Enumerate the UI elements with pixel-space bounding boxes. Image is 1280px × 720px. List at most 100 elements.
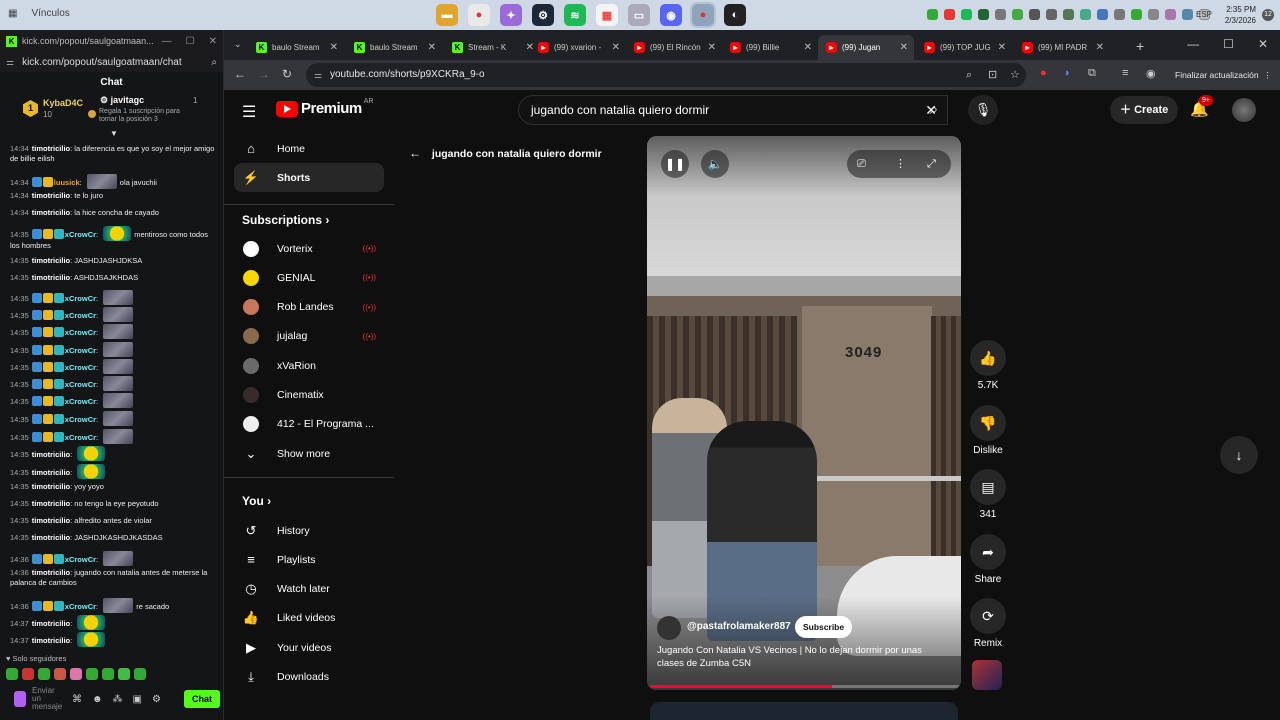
chat-username[interactable]: timotricilio [32,256,70,265]
chrome-active-icon[interactable]: ● [690,2,716,28]
sidebar-item[interactable]: ⌂ Home [234,134,384,163]
youtube-premium-logo[interactable]: Premium AR [276,98,373,117]
share-button[interactable]: ➦ Share [968,534,1008,585]
github-icon[interactable]: ◐ [724,4,746,26]
search-input[interactable]: jugando con natalia quiero dormir ✕ [518,95,948,125]
chat-input[interactable]: Enviar un mensaje [32,687,62,711]
tray-app5-icon[interactable] [1131,9,1142,20]
chat-username[interactable]: timotricilio [32,468,70,477]
send-chat-button[interactable]: Chat [184,690,220,708]
discord-icon[interactable]: ◉ [660,4,682,26]
chat-username[interactable]: timotricilio [32,533,70,542]
chat-username[interactable]: timotricilio [32,499,70,508]
emote-icon[interactable] [86,668,98,680]
store-icon[interactable]: ▣ [133,694,142,705]
tray-pen-icon[interactable] [1165,9,1176,20]
emote-icon[interactable] [70,668,82,680]
tray-app-icon[interactable] [944,9,955,20]
chat-username[interactable]: xCrowCr [65,363,96,372]
browser-tab[interactable]: ▸ (99) Billie ✕ [722,35,818,60]
tray-nvidia-icon[interactable] [978,9,989,20]
zoom-icon[interactable]: ⌕ [211,57,217,68]
more-options-icon[interactable]: ⋮ [895,150,906,178]
close-tab-icon[interactable]: ✕ [708,42,716,53]
notification-count-badge[interactable]: 12 [1262,9,1274,21]
emote-icon[interactable] [118,668,130,680]
sidebar-item[interactable]: ↺ History [234,516,384,545]
sidebar-item[interactable]: ⚡ Shorts [234,163,384,192]
file-explorer-icon[interactable]: ▬ [436,4,458,26]
close-icon[interactable]: ✕ [1258,37,1268,51]
sidebar-item[interactable]: GENIAL ((•)) [234,263,384,292]
sidebar-item[interactable]: ▶ Your videos [234,633,384,662]
tray-app4-icon[interactable] [1080,9,1091,20]
extension-icon[interactable]: ● [1040,67,1047,79]
close-tab-icon[interactable]: ✕ [428,42,436,53]
chat-username[interactable]: xCrowCr [65,415,96,424]
browser-tab[interactable]: Kbaulo Stream ✕ [346,35,442,60]
tray-app3-icon[interactable] [1063,9,1074,20]
chat-username[interactable]: xCrowCr [65,380,96,389]
emote-icon[interactable] [6,668,18,680]
collapse-arrow-icon[interactable]: ▼ [110,129,118,138]
tray-app2-icon[interactable] [1012,9,1023,20]
sound-thumbnail[interactable] [972,660,1002,690]
browser-tab[interactable]: ▸ (99) MI PADR ✕ [1014,35,1110,60]
store-icon[interactable]: ▦ [596,4,618,26]
tray-network-icon[interactable] [1182,9,1193,20]
chat-username[interactable]: xCrowCr [65,328,96,337]
browser-tab[interactable]: ▸ (99) Jugan ✕ [818,35,914,60]
chat-username[interactable]: timotricilio [32,191,70,200]
show-more-button[interactable]: ⌄ Show more [234,439,384,468]
browser-tab[interactable]: ▸ (99) xvarion - ✕ [530,35,626,60]
chat-username[interactable]: timotricilio [32,208,70,217]
like-button[interactable]: 👍 5.7K [968,340,1008,391]
settings-icon[interactable]: ⚙ [152,694,161,705]
progress-bar[interactable] [647,685,961,688]
close-tab-icon[interactable]: ✕ [900,42,908,53]
language-indicator[interactable]: ESP [1196,10,1212,19]
chat-username[interactable]: timotricilio [32,273,70,282]
sidebar-item[interactable]: Vorterix ((•)) [234,234,384,263]
volume-button[interactable]: 🔈 [701,150,729,178]
browser-tab[interactable]: K Stream - K ✕ [444,35,540,60]
emote-icon[interactable] [134,668,146,680]
maximize-icon[interactable]: ☐ [1223,37,1234,51]
sidebar-item[interactable]: ≡ Playlists [234,545,384,574]
channel-avatar[interactable] [657,616,681,640]
shorts-video-player[interactable]: 3049 ❚❚ 🔈 ⎚ ⋮ ⤢ @pastafrolamaker887 Subs… [647,136,961,690]
tray-settings-icon[interactable] [995,9,1006,20]
reload-icon[interactable]: ↻ [282,67,292,81]
dislike-button[interactable]: 👎 Dislike [968,405,1008,456]
subscriptions-heading[interactable]: Subscriptions › [242,213,329,227]
extensions-puzzle-icon[interactable]: ⧉ [1088,67,1096,80]
tray-wifi-icon[interactable] [1148,9,1159,20]
copilot-icon[interactable]: ✦ [500,4,522,26]
steam-icon[interactable]: ⚙ [532,4,554,26]
sidebar-item[interactable]: 👍 Liked videos [234,604,384,633]
commands-icon[interactable]: ⌘ [72,694,82,705]
sidebar-item[interactable]: Rob Landes ((•)) [234,293,384,322]
kick-url[interactable]: kick.com/popout/saulgoatmaan/chat [22,57,182,68]
minimize-icon[interactable]: — [1187,37,1199,51]
zoom-icon[interactable]: ⌕ [966,63,972,87]
captions-icon[interactable]: ⎚ [857,150,866,178]
remix-button[interactable]: ⟳ Remix [968,598,1008,649]
fullscreen-icon[interactable]: ⤢ [927,150,936,178]
close-icon[interactable]: ✕ [209,36,217,47]
sidebar-item[interactable]: 412 - El Programa ... [234,410,384,439]
chat-username[interactable]: xCrowCr [65,311,96,320]
back-arrow-icon[interactable]: ← [409,146,421,160]
bookmark-star-icon[interactable]: ☆ [1010,63,1020,87]
sidebar-item[interactable]: jujalag ((•)) [234,322,384,351]
tray-mic-icon[interactable] [1046,9,1057,20]
chat-username[interactable]: xCrowCr [65,346,96,355]
comments-button[interactable]: ▤ 341 [968,469,1008,520]
chat-username[interactable]: timotricilio [32,144,70,153]
new-tab-button[interactable]: + [1136,38,1144,54]
chat-username[interactable]: xCrowCr [65,230,96,239]
chat-username[interactable]: luusick [54,178,80,187]
subscribe-button[interactable]: Subscribe [795,616,853,638]
leader-2-username[interactable]: ⚙ javitagc [100,95,144,106]
next-video-button[interactable]: ↓ [1220,436,1258,474]
